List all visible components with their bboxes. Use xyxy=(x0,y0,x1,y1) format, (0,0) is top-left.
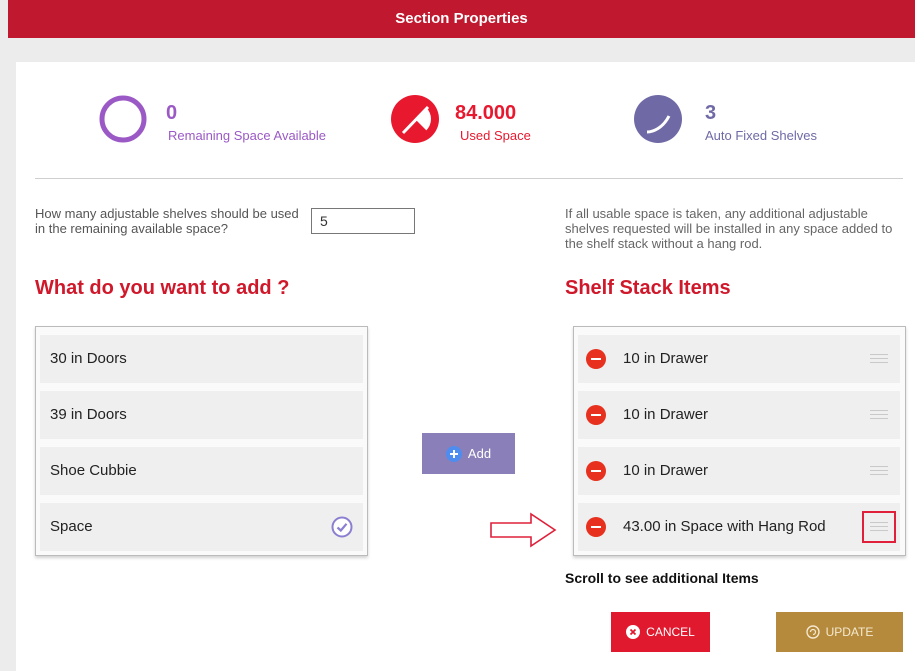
auto-fixed-shelves-ring-icon xyxy=(634,95,682,143)
table-row[interactable]: 10 in Drawer xyxy=(578,391,900,439)
check-circle-icon xyxy=(331,516,353,538)
list-item-label: Space xyxy=(50,518,93,535)
arrow-annotation-icon xyxy=(490,512,557,548)
table-row[interactable]: 43.00 in Space with Hang Rod xyxy=(578,503,900,551)
list-item[interactable]: Shoe Cubbie xyxy=(40,447,363,495)
list-item-label: Shoe Cubbie xyxy=(50,462,137,479)
update-button-label: UPDATE xyxy=(825,625,874,639)
title-bar: Section Properties xyxy=(8,0,915,38)
list-item[interactable]: 30 in Doors xyxy=(40,335,363,383)
scroll-note: Scroll to see additional Items xyxy=(565,570,759,586)
cancel-button-label: CANCEL xyxy=(646,625,695,639)
info-note: If all usable space is taken, any additi… xyxy=(565,206,893,251)
table-row[interactable]: 10 in Drawer xyxy=(578,447,900,495)
adjustable-shelves-input[interactable] xyxy=(311,208,415,234)
title-bar-text: Section Properties xyxy=(395,10,528,27)
minus-circle-icon[interactable] xyxy=(586,517,606,537)
add-section-title: What do you want to add ? xyxy=(35,277,290,299)
shelf-stack-list: 10 in Drawer 10 in Drawer 10 in Drawer 4… xyxy=(573,326,906,556)
update-button[interactable]: UPDATE xyxy=(776,612,903,652)
cancel-button[interactable]: CANCEL xyxy=(611,612,710,652)
auto-fixed-shelves-label: Auto Fixed Shelves xyxy=(705,128,818,143)
divider xyxy=(35,178,903,179)
used-space-ring-icon xyxy=(391,95,439,143)
add-button[interactable]: Add xyxy=(422,433,515,474)
auto-fixed-shelves-value: 3 xyxy=(705,102,717,124)
drag-handle-highlight xyxy=(862,511,896,543)
table-row[interactable]: 10 in Drawer xyxy=(578,335,900,383)
shelf-item-label: 10 in Drawer xyxy=(623,350,709,367)
add-options-list: 30 in Doors 39 in Doors Shoe Cubbie Spac… xyxy=(35,326,368,556)
adjustable-shelves-question: How many adjustable shelves should be us… xyxy=(35,206,299,236)
list-item-label: 39 in Doors xyxy=(50,406,127,423)
minus-circle-icon[interactable] xyxy=(586,461,606,481)
used-space-value: 84.000 xyxy=(455,102,517,124)
x-circle-icon xyxy=(626,625,641,639)
minus-circle-icon[interactable] xyxy=(586,349,606,369)
plus-circle-icon xyxy=(445,445,462,462)
list-item-label: 30 in Doors xyxy=(50,350,127,367)
drag-handle-icon[interactable] xyxy=(870,410,888,420)
remaining-space-ring-icon xyxy=(99,95,147,143)
used-space-label: Used Space xyxy=(460,128,531,143)
add-button-label: Add xyxy=(467,446,492,461)
remaining-space-value: 0 xyxy=(166,102,178,124)
list-item[interactable]: 39 in Doors xyxy=(40,391,363,439)
drag-handle-icon[interactable] xyxy=(870,354,888,364)
remaining-space-label: Remaining Space Available xyxy=(168,128,327,143)
shelf-stack-title: Shelf Stack Items xyxy=(565,277,731,299)
refresh-icon xyxy=(805,625,820,639)
shelf-item-label: 43.00 in Space with Hang Rod xyxy=(623,518,826,535)
list-item-selected[interactable]: Space xyxy=(40,503,363,551)
drag-handle-icon[interactable] xyxy=(870,466,888,476)
minus-circle-icon[interactable] xyxy=(586,405,606,425)
shelf-item-label: 10 in Drawer xyxy=(623,406,709,423)
shelf-item-label: 10 in Drawer xyxy=(623,462,709,479)
